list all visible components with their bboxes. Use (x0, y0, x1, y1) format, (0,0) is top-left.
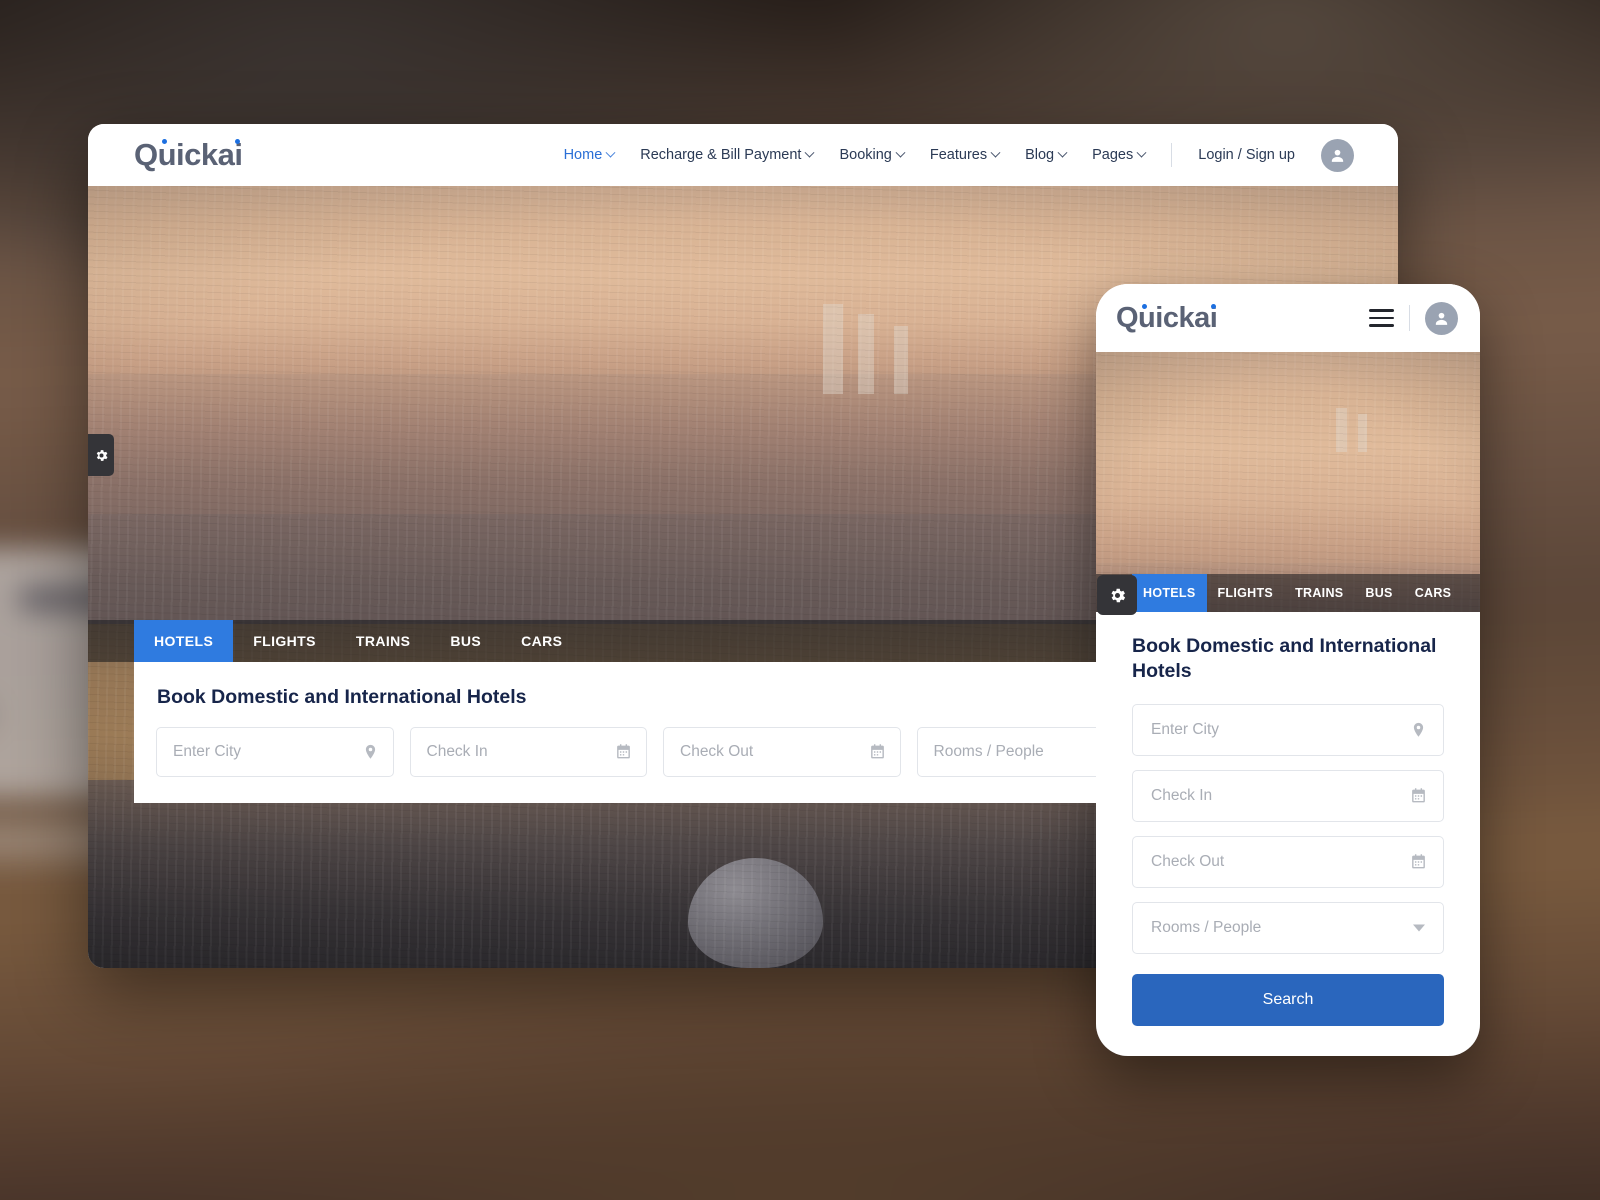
hamburger-menu-icon[interactable] (1369, 309, 1394, 327)
nav-item-label: Home (563, 147, 603, 163)
calendar-icon (617, 744, 630, 759)
nav-item-label: Pages (1092, 147, 1134, 163)
logo-dot-i1 (1142, 303, 1147, 309)
calendar-icon (1412, 788, 1425, 803)
tab-label: BUS (1365, 586, 1393, 600)
tab-label: BUS (450, 633, 482, 649)
mobile-search-card-title: Book Domestic and International Hotels (1132, 635, 1437, 682)
nav-item-booking[interactable]: Booking (839, 147, 906, 163)
mobile-header: Quickai (1096, 284, 1480, 352)
tab-cars[interactable]: CARS (501, 620, 582, 662)
mobile-mockup: Quickai HOTELS FLIGHTS TRAINS BUS CARS B… (1096, 284, 1480, 1056)
nav-item-recharge-bill-payment[interactable]: Recharge & Bill Payment (640, 147, 815, 163)
screenshot-stage: Quickai Home Recharge & Bill Payment Boo… (0, 0, 1600, 1200)
mobile-enter-city-placeholder: Enter City (1151, 720, 1220, 738)
mobile-booking-tabs: HOTELS FLIGHTS TRAINS BUS CARS (1096, 574, 1480, 612)
enter-city-field[interactable]: Enter City (156, 727, 394, 777)
brand-logo[interactable]: Quickai (134, 137, 243, 173)
chevron-down-icon (990, 147, 1001, 158)
mobile-account-avatar[interactable] (1425, 301, 1458, 335)
user-icon (1331, 149, 1344, 162)
mobile-check-in-placeholder: Check In (1151, 786, 1213, 804)
tab-hotels[interactable]: HOTELS (134, 620, 234, 662)
tab-bus[interactable]: BUS (430, 620, 501, 662)
check-out-field[interactable]: Check Out (663, 727, 901, 777)
tab-label: HOTELS (154, 633, 214, 649)
user-icon (1435, 312, 1448, 325)
calendar-icon (1412, 854, 1425, 869)
tab-label: CARS (521, 633, 563, 649)
account-avatar[interactable] (1321, 138, 1354, 172)
mobile-enter-city-field[interactable]: Enter City (1132, 703, 1444, 756)
tab-label: FLIGHTS (1217, 586, 1274, 600)
nav-item-pages[interactable]: Pages (1092, 147, 1147, 163)
nav-item-label: Recharge & Bill Payment (640, 147, 802, 163)
tab-trains[interactable]: TRAINS (336, 620, 431, 662)
chevron-down-icon (1057, 147, 1068, 158)
brand-logo-text: Quickai (134, 137, 243, 172)
gear-icon (1110, 588, 1125, 602)
login-signup-link[interactable]: Login / Sign up (1198, 147, 1295, 163)
chevron-down-icon (1413, 924, 1425, 932)
tab-label: FLIGHTS (253, 633, 316, 649)
map-pin-icon (365, 744, 375, 759)
chevron-down-icon (895, 147, 906, 158)
tab-label: CARS (1414, 586, 1452, 600)
tab-label: TRAINS (355, 633, 411, 649)
mobile-brand-logo-text: Quickai (1116, 301, 1218, 334)
logo-dot-i2 (235, 139, 240, 144)
nav-item-blog[interactable]: Blog (1025, 147, 1068, 163)
hamburger-line (1369, 324, 1394, 327)
chevron-down-icon (605, 147, 616, 158)
check-in-placeholder: Check In (426, 743, 488, 760)
login-signup-label: Login / Sign up (1198, 147, 1295, 163)
mobile-rooms-people-placeholder: Rooms / People (1151, 918, 1262, 936)
rooms-people-placeholder: Rooms / People (933, 743, 1044, 760)
mobile-tab-trains[interactable]: TRAINS (1284, 574, 1354, 612)
floating-settings-button[interactable] (1097, 575, 1137, 615)
mobile-check-out-placeholder: Check Out (1151, 852, 1225, 870)
check-out-placeholder: Check Out (680, 743, 754, 760)
nav-item-label: Blog (1025, 147, 1055, 163)
tab-label: TRAINS (1295, 586, 1344, 600)
nav-item-label: Booking (839, 147, 892, 163)
mobile-brand-logo[interactable]: Quickai (1116, 301, 1218, 335)
mobile-search-button[interactable]: Search (1132, 973, 1444, 1026)
mobile-check-in-field[interactable]: Check In (1132, 769, 1444, 822)
mobile-tab-flights[interactable]: FLIGHTS (1207, 574, 1285, 612)
mobile-hero-section: HOTELS FLIGHTS TRAINS BUS CARS Book Dome… (1096, 352, 1480, 1056)
chevron-down-icon (805, 147, 815, 158)
mobile-tab-hotels[interactable]: HOTELS (1132, 574, 1207, 612)
tab-flights[interactable]: FLIGHTS (233, 620, 336, 662)
main-navigation: Home Recharge & Bill Payment Booking Fea… (563, 138, 1354, 172)
mobile-tab-cars[interactable]: CARS (1404, 574, 1463, 612)
logo-dot-i2 (1211, 303, 1216, 309)
map-pin-icon (1413, 722, 1424, 737)
enter-city-placeholder: Enter City (173, 743, 242, 760)
chevron-down-icon (1136, 147, 1147, 158)
tab-label: HOTELS (1143, 586, 1196, 600)
mobile-search-card: Book Domestic and International Hotels E… (1096, 612, 1480, 1056)
hamburger-line (1369, 309, 1394, 312)
desktop-settings-handle[interactable] (88, 434, 114, 476)
desktop-header: Quickai Home Recharge & Bill Payment Boo… (88, 124, 1398, 186)
mobile-check-out-field[interactable]: Check Out (1132, 835, 1444, 888)
mobile-tab-bus[interactable]: BUS (1354, 574, 1403, 612)
gear-icon (96, 449, 107, 461)
mobile-nav-divider (1409, 305, 1410, 331)
check-in-field[interactable]: Check In (409, 727, 647, 777)
logo-dot-i1 (162, 139, 167, 144)
mobile-rooms-people-select[interactable]: Rooms / People (1132, 901, 1444, 954)
nav-item-home[interactable]: Home (563, 147, 616, 163)
calendar-icon (870, 744, 884, 759)
nav-divider (1171, 143, 1173, 167)
nav-item-label: Features (929, 147, 988, 163)
hamburger-line (1369, 316, 1394, 320)
nav-item-features[interactable]: Features (929, 147, 1001, 163)
mobile-header-actions (1369, 301, 1458, 335)
